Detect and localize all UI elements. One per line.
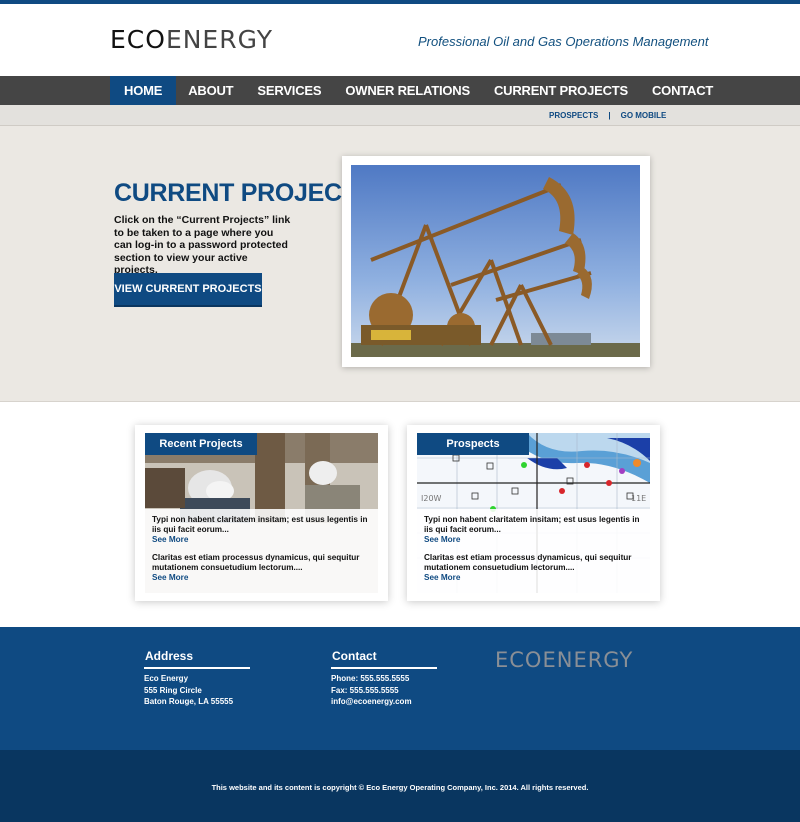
item-description: Typi non habent claritatem insitam; est … [424, 515, 640, 534]
address-heading: Address [145, 649, 194, 663]
address-line: Baton Rouge, LA 55555 [144, 697, 234, 706]
contact-email[interactable]: info@ecoenergy.com [331, 696, 412, 708]
item-description: Claritas est etiam processus dynamicus, … [152, 553, 360, 572]
see-more-link[interactable]: See More [152, 535, 370, 545]
footer-logo: ECOENERGY [495, 648, 634, 672]
see-more-link[interactable]: See More [152, 573, 370, 583]
list-item: Typi non habent claritatem insitam; est … [424, 515, 642, 545]
contact-phone: Phone: 555.555.5555 [331, 674, 410, 683]
subnav-links: PROSPECTS | GO MOBILE [549, 105, 666, 126]
hero-title: CURRENT PROJECTS [114, 179, 374, 207]
address-block: Eco Energy 555 Ring Circle Baton Rouge, … [144, 673, 233, 708]
sub-nav: PROSPECTS | GO MOBILE [0, 105, 800, 126]
recent-projects-list: Typi non habent claritatem insitam; est … [145, 509, 378, 593]
logo-energy-text: ENERGY [165, 24, 273, 54]
site-header: ECO ENERGY Professional Oil and Gas Opera… [0, 4, 800, 76]
nav-item-owner-relations[interactable]: OWNER RELATIONS [333, 76, 482, 105]
map-label-11e: 11E [631, 494, 646, 503]
logo-eco-text: ECO [110, 24, 166, 54]
list-item: Claritas est etiam processus dynamicus, … [152, 553, 370, 583]
recent-projects-label: Recent Projects [145, 433, 257, 455]
nav-item-services[interactable]: SERVICES [245, 76, 333, 105]
pumpjack-photo [351, 165, 640, 357]
see-more-link[interactable]: See More [424, 535, 642, 545]
prospects-label: Prospects [417, 433, 529, 455]
hero-section: CURRENT PROJECTS Click on the “Current P… [0, 126, 800, 402]
site-logo[interactable]: ECO ENERGY [110, 22, 273, 56]
list-item: Claritas est etiam processus dynamicus, … [424, 553, 642, 583]
list-item: Typi non habent claritatem insitam; est … [152, 515, 370, 545]
contact-divider [331, 667, 437, 669]
nav-item-home[interactable]: HOME [110, 76, 177, 105]
prospects-link[interactable]: PROSPECTS [549, 111, 598, 120]
contact-block: Phone: 555.555.5555 Fax: 555.555.5555 in… [331, 673, 412, 708]
address-divider [144, 667, 250, 669]
subnav-separator: | [608, 111, 611, 120]
address-line: 555 Ring Circle [144, 685, 202, 695]
prospects-card[interactable]: I20W 11E Prospects Typi non habent clari… [407, 425, 660, 601]
nav-item-contact[interactable]: CONTACT [640, 76, 725, 105]
prospects-list: Typi non habent claritatem insitam; est … [417, 509, 650, 593]
view-current-projects-button[interactable]: VIEW CURRENT PROJECTS [114, 273, 262, 307]
main-nav: HOME ABOUT SERVICES OWNER RELATIONS CURR… [0, 76, 800, 105]
address-line: Eco Energy [144, 674, 189, 683]
recent-projects-card[interactable]: Recent Projects Typi non habent claritat… [135, 425, 388, 601]
nav-item-current-projects[interactable]: CURRENT PROJECTS [482, 76, 640, 105]
contact-fax: Fax: 555.555.5555 [331, 685, 399, 695]
site-tagline: Professional Oil and Gas Operations Mana… [418, 34, 709, 49]
hero-image-frame [342, 156, 650, 367]
item-description: Claritas est etiam processus dynamicus, … [424, 553, 632, 572]
copyright-text: This website and its content is copyrigh… [211, 783, 589, 792]
hero-description: Click on the “Current Projects” link to … [114, 214, 291, 276]
nav-item-about[interactable]: ABOUT [176, 76, 245, 105]
copyright-bar: This website and its content is copyrigh… [0, 750, 800, 822]
see-more-link[interactable]: See More [424, 573, 642, 583]
nav-items: HOME ABOUT SERVICES OWNER RELATIONS CURR… [110, 76, 725, 105]
go-mobile-link[interactable]: GO MOBILE [621, 111, 667, 120]
site-footer: Address Eco Energy 555 Ring Circle Baton… [0, 627, 800, 750]
contact-heading: Contact [332, 649, 377, 663]
map-label-i20w: I20W [421, 494, 442, 503]
item-description: Typi non habent claritatem insitam; est … [152, 515, 368, 534]
